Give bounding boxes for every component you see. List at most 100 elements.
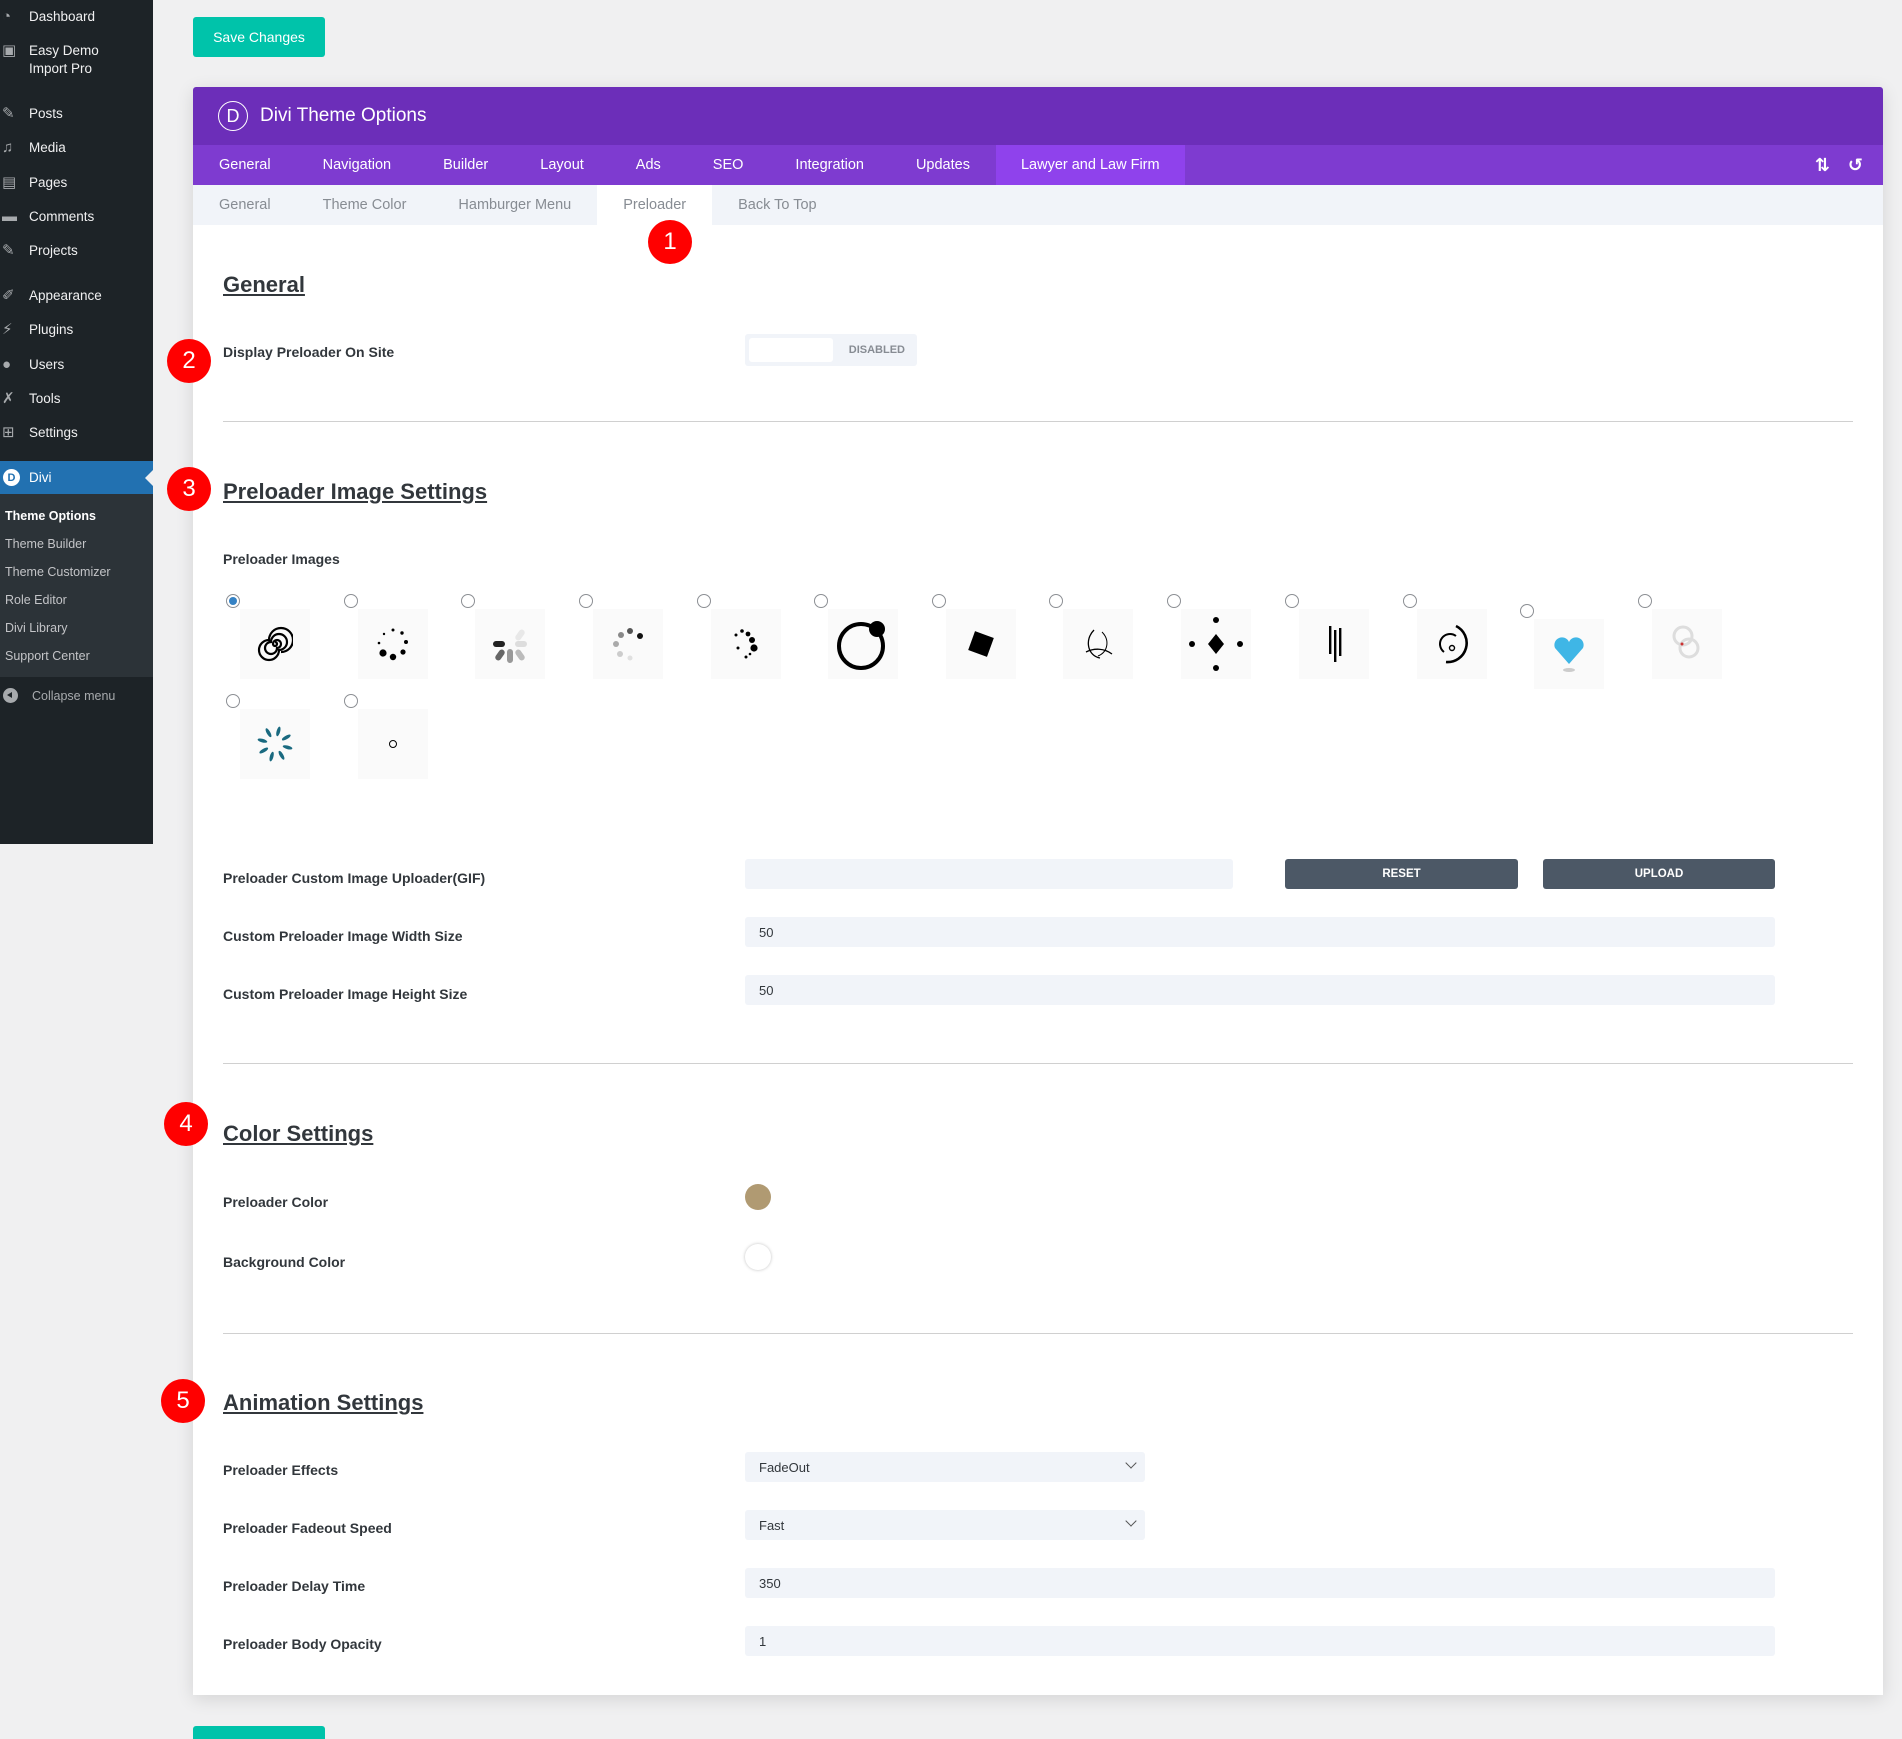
width-size-input[interactable] — [745, 917, 1775, 947]
display-preloader-toggle[interactable]: DISABLED — [745, 334, 917, 366]
delay-time-input[interactable] — [745, 1568, 1775, 1598]
circle-arc-icon[interactable] — [1417, 609, 1487, 679]
bars-spinner-icon[interactable] — [475, 609, 545, 679]
preloader-radio[interactable] — [1285, 594, 1299, 608]
preloader-radio[interactable] — [461, 594, 475, 608]
preloader-radio[interactable] — [932, 594, 946, 608]
sidebar-item-media[interactable]: ♫ Media — [0, 139, 153, 157]
preloader-option-gray-dots[interactable] — [579, 594, 697, 684]
step-badge-5: 5 — [161, 1379, 205, 1423]
save-changes-button[interactable]: Save Changes — [193, 17, 325, 57]
preloader-radio[interactable] — [579, 594, 593, 608]
preloader-option-square[interactable] — [932, 594, 1050, 684]
lines-icon[interactable] — [1299, 609, 1369, 679]
submenu-theme-customizer[interactable]: Theme Customizer — [5, 565, 111, 579]
heart-icon[interactable] — [1534, 619, 1604, 689]
sidebar-item-plugins[interactable]: ⚡ Plugins — [0, 321, 153, 339]
submenu-divi-library[interactable]: Divi Library — [5, 621, 68, 635]
preloader-radio[interactable] — [1520, 604, 1534, 618]
gray-dots-icon[interactable] — [593, 609, 663, 679]
preloader-option-circle-arc[interactable] — [1403, 594, 1521, 684]
dots-ring-icon[interactable] — [358, 609, 428, 679]
subtab-back-to-top[interactable]: Back To Top — [712, 185, 842, 225]
preloader-radio[interactable] — [697, 594, 711, 608]
sidebar-item-label: Users — [29, 357, 65, 372]
preloader-option-small-circle[interactable] — [344, 694, 462, 784]
diamond-icon[interactable] — [1181, 609, 1251, 679]
wrench-icon: ✗ — [2, 390, 15, 407]
subtab-general[interactable]: General — [193, 185, 297, 225]
small-circle-icon[interactable] — [358, 709, 428, 779]
preloader-radio[interactable] — [1638, 594, 1652, 608]
preloader-option-teal-petals[interactable] — [226, 694, 344, 784]
tab-integration[interactable]: Integration — [769, 145, 890, 185]
preloader-color-swatch[interactable] — [745, 1184, 771, 1210]
fadeout-speed-select[interactable]: Fast — [745, 1510, 1145, 1540]
rings-icon[interactable] — [1652, 609, 1722, 679]
collapse-menu-button[interactable]: Collapse menu — [0, 688, 115, 703]
teal-petals-icon[interactable] — [240, 709, 310, 779]
preloader-radio[interactable] — [814, 594, 828, 608]
preloader-option-heart[interactable] — [1520, 604, 1638, 694]
preloader-option-black-dots[interactable] — [697, 594, 815, 684]
sidebar-item-posts[interactable]: ✎ Posts — [0, 105, 153, 123]
tab-seo[interactable]: SEO — [687, 145, 770, 185]
tab-navigation[interactable]: Navigation — [297, 145, 418, 185]
preloader-option-lines[interactable] — [1285, 594, 1403, 684]
subtab-hamburger-menu[interactable]: Hamburger Menu — [432, 185, 597, 225]
preloader-radio[interactable] — [344, 694, 358, 708]
save-changes-button-bottom[interactable] — [193, 1726, 325, 1739]
subtab-theme-color[interactable]: Theme Color — [297, 185, 433, 225]
tab-ads[interactable]: Ads — [610, 145, 687, 185]
tab-general[interactable]: General — [193, 145, 297, 185]
preloader-effects-select[interactable]: FadeOut — [745, 1452, 1145, 1482]
submenu-support-center[interactable]: Support Center — [5, 649, 90, 663]
preloader-option-rings[interactable] — [1638, 594, 1756, 684]
preloader-radio[interactable] — [1403, 594, 1417, 608]
reset-icon[interactable]: ↺ — [1848, 155, 1863, 176]
uploader-input[interactable] — [745, 859, 1233, 889]
square-icon[interactable] — [946, 609, 1016, 679]
submenu-role-editor[interactable]: Role Editor — [5, 593, 67, 607]
sidebar-item-comments[interactable]: ▬ Comments — [0, 208, 153, 226]
preloader-option-ring-ball[interactable] — [814, 594, 932, 684]
preloader-radio[interactable] — [344, 594, 358, 608]
preloader-option-diamond[interactable] — [1167, 594, 1285, 684]
tab-layout[interactable]: Layout — [514, 145, 610, 185]
sidebar-item-tools[interactable]: ✗ Tools — [0, 390, 153, 408]
black-dots-icon[interactable] — [711, 609, 781, 679]
sidebar-item-easy-demo-import[interactable]: ▣ Easy Demo Import Pro — [0, 42, 120, 78]
sort-icon[interactable]: ⇅ — [1815, 155, 1830, 176]
preloader-option-dots-ring[interactable] — [344, 594, 462, 684]
tab-lawyer-and-law-firm[interactable]: Lawyer and Law Firm — [995, 145, 1185, 185]
sidebar-item-dashboard[interactable]: ◔ Dashboard — [0, 8, 153, 26]
submenu-theme-options[interactable]: Theme Options — [5, 509, 96, 523]
sidebar-item-settings[interactable]: ⊞ Settings — [0, 424, 153, 442]
background-color-swatch[interactable] — [745, 1244, 771, 1270]
reset-button[interactable]: RESET — [1285, 859, 1518, 889]
arcs-icon[interactable] — [1063, 609, 1133, 679]
preloader-radio[interactable] — [1167, 594, 1181, 608]
height-size-input[interactable] — [745, 975, 1775, 1005]
body-opacity-input[interactable] — [745, 1626, 1775, 1656]
sidebar-item-projects[interactable]: ✎ Projects — [0, 242, 153, 260]
sidebar-item-users[interactable]: ● Users — [0, 356, 153, 374]
upload-button[interactable]: UPLOAD — [1543, 859, 1775, 889]
preloader-option-arcs[interactable] — [1049, 594, 1167, 684]
preloader-radio[interactable] — [226, 594, 240, 608]
sidebar-item-label: Dashboard — [29, 9, 96, 24]
preloader-option-bars-spinner[interactable] — [461, 594, 579, 684]
sidebar-item-appearance[interactable]: ✐ Appearance — [0, 287, 153, 305]
sidebar-item-divi[interactable]: D Divi — [0, 461, 153, 494]
ring-ball-icon[interactable] — [828, 609, 898, 679]
subtab-preloader[interactable]: Preloader — [597, 185, 713, 225]
preloader-radio[interactable] — [226, 694, 240, 708]
tab-updates[interactable]: Updates — [890, 145, 996, 185]
tab-builder[interactable]: Builder — [417, 145, 514, 185]
sidebar-item-label: Easy Demo Import Pro — [29, 43, 99, 76]
sidebar-item-pages[interactable]: ▤ Pages — [0, 174, 153, 192]
preloader-radio[interactable] — [1049, 594, 1063, 608]
spiral-icon[interactable] — [240, 609, 310, 679]
submenu-theme-builder[interactable]: Theme Builder — [5, 537, 86, 551]
preloader-option-spiral[interactable] — [226, 594, 344, 684]
